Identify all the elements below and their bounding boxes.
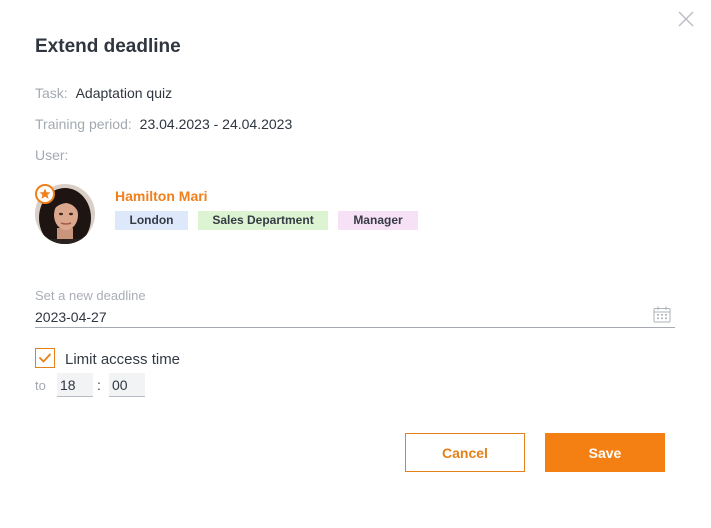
- time-separator: :: [97, 377, 101, 393]
- close-icon: [678, 11, 694, 27]
- deadline-label: Set a new deadline: [35, 288, 146, 303]
- extend-deadline-dialog: Extend deadline Task: Adaptation quiz Tr…: [0, 0, 711, 528]
- star-icon: [39, 188, 51, 199]
- user-label: User:: [35, 147, 69, 163]
- task-label: Task:: [35, 85, 68, 101]
- training-period-value: 23.04.2023 - 24.04.2023: [139, 116, 293, 132]
- deadline-field: [35, 305, 675, 328]
- limit-access-label[interactable]: Limit access time: [65, 351, 180, 369]
- task-row: Task: Adaptation quiz: [35, 84, 172, 102]
- deadline-input[interactable]: [35, 307, 635, 327]
- dialog-title: Extend deadline: [35, 36, 181, 57]
- checkmark-icon: [39, 353, 51, 363]
- limit-access-checkbox[interactable]: [35, 348, 55, 368]
- hours-input[interactable]: [57, 373, 93, 397]
- user-card: Hamilton Mari London Sales Department Ma…: [35, 184, 535, 246]
- save-button[interactable]: Save: [545, 433, 665, 472]
- training-period-label: Training period:: [35, 116, 132, 132]
- favorite-badge: [35, 184, 55, 204]
- user-name[interactable]: Hamilton Mari: [115, 187, 208, 205]
- calendar-button[interactable]: [653, 306, 671, 323]
- cancel-button[interactable]: Cancel: [405, 433, 525, 472]
- training-period-row: Training period: 23.04.2023 - 24.04.2023: [35, 115, 292, 133]
- user-row: User:: [35, 146, 68, 164]
- task-value: Adaptation quiz: [75, 85, 173, 101]
- location-tag: London: [115, 211, 188, 230]
- time-to-label: to: [35, 378, 46, 393]
- close-button[interactable]: [676, 9, 696, 29]
- role-tag: Manager: [338, 211, 418, 230]
- calendar-icon: [653, 306, 671, 323]
- minutes-input[interactable]: [109, 373, 145, 397]
- department-tag: Sales Department: [198, 211, 328, 230]
